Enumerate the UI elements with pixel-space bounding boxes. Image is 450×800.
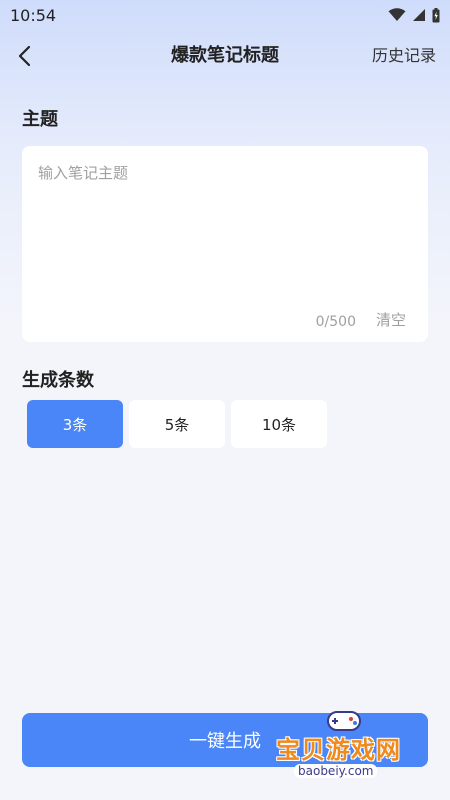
status-bar: 10:54 bbox=[0, 0, 450, 30]
signal-icon bbox=[413, 9, 425, 21]
status-time: 10:54 bbox=[10, 5, 57, 25]
status-icons bbox=[388, 7, 440, 23]
topic-label: 主题 bbox=[22, 109, 58, 130]
count-option-5[interactable]: 5条 bbox=[129, 400, 225, 448]
char-counter: 0/500 bbox=[315, 314, 356, 330]
count-label: 生成条数 bbox=[22, 370, 94, 391]
count-option-10[interactable]: 10条 bbox=[231, 400, 327, 448]
battery-icon bbox=[432, 7, 440, 22]
history-button[interactable]: 历史记录 bbox=[372, 34, 436, 78]
topic-input[interactable] bbox=[38, 162, 412, 302]
count-option-3[interactable]: 3条 bbox=[27, 400, 123, 448]
header: 爆款笔记标题 历史记录 bbox=[0, 34, 450, 78]
back-button[interactable] bbox=[10, 40, 38, 72]
clear-button[interactable]: 清空 bbox=[376, 309, 406, 330]
generate-button[interactable]: 一键生成 bbox=[22, 713, 428, 767]
count-options: 3条 5条 10条 bbox=[27, 400, 327, 448]
topic-card: 0/500 清空 bbox=[22, 146, 428, 342]
chevron-left-icon bbox=[18, 45, 31, 67]
wifi-icon bbox=[388, 8, 406, 21]
